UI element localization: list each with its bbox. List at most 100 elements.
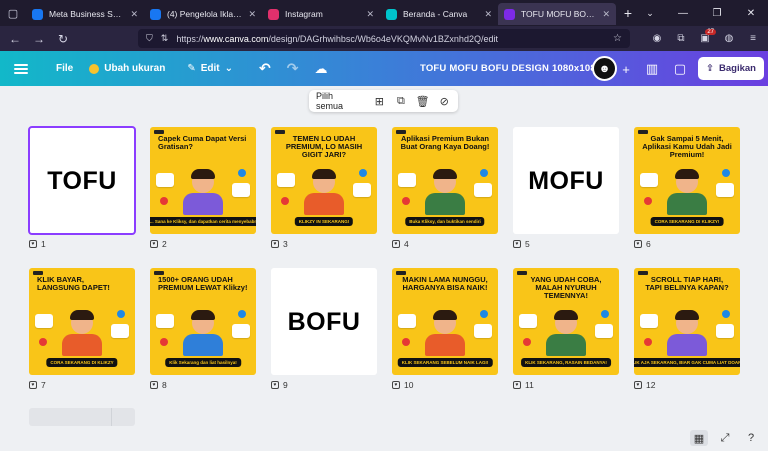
page-note-icon[interactable]: ♥ — [29, 240, 37, 248]
browser-tab[interactable]: (4) Pengelola Iklan - Kelola ✕ — [144, 3, 262, 25]
page-thumbnail[interactable]: MAKIN LAMA NUNGGU, HARGANYA BISA NAIK! KL… — [392, 268, 498, 375]
floating-app-card — [474, 183, 492, 197]
page-note-icon[interactable]: ♥ — [271, 240, 279, 248]
menu-icon[interactable]: ≡ — [744, 30, 762, 48]
document-title[interactable]: TOFU MOFU BOFU DESIGN 1080x1080 — [420, 51, 601, 86]
tab-title: Meta Business Suite — [49, 9, 125, 19]
forward-arrow-icon[interactable]: → — [30, 30, 48, 48]
extension-badge-icon[interactable]: ▣ 27 — [696, 28, 716, 48]
address-bar[interactable]: ⛉ ⇅ https://www.canva.com/design/DAGrhwi… — [138, 29, 630, 48]
floating-app-card — [716, 324, 734, 338]
back-arrow-icon[interactable]: ← — [6, 30, 24, 48]
page-number-label: ♥ 1 — [29, 239, 46, 249]
page-note-icon[interactable]: ♥ — [29, 381, 37, 389]
help-icon[interactable]: ? — [742, 430, 760, 446]
page-number-label: ♥ 9 — [271, 380, 288, 390]
page-note-icon[interactable]: ♥ — [634, 381, 642, 389]
page-thumbnail[interactable]: BOFU — [271, 268, 377, 375]
tab-close-icon[interactable]: ✕ — [248, 9, 256, 20]
page-note-icon[interactable]: ♥ — [150, 240, 158, 248]
shield-icon[interactable]: ⛉ — [146, 33, 153, 44]
app-logo-icon — [160, 338, 168, 346]
page-note-icon[interactable]: ♥ — [392, 240, 400, 248]
brand-logo — [638, 130, 648, 134]
page-note-icon[interactable]: ♥ — [392, 381, 400, 389]
person-hair — [312, 169, 336, 179]
page-note-icon[interactable]: ♥ — [634, 240, 642, 248]
add-collaborator-icon[interactable]: + — [617, 60, 635, 78]
brand-logo — [275, 130, 285, 134]
tab-close-icon[interactable]: ✕ — [366, 9, 374, 20]
design-headline: YANG UDAH COBA, MALAH NYURUH TEMENNYA! — [530, 275, 602, 300]
tab-close-icon[interactable]: ✕ — [130, 9, 138, 20]
extension-puzzle-icon[interactable]: ⧉ — [672, 30, 690, 48]
design-headline: SCROLL TIAP HARI, TAPI BELINYA KAPAN? — [645, 275, 729, 292]
extension-ghost-icon[interactable]: ◉ — [648, 30, 666, 48]
person-shirt — [183, 334, 223, 356]
page-thumbnail[interactable]: Gak Sampai 5 Menit, Aplikasi Kamu Udah J… — [634, 127, 740, 234]
page-thumbnail[interactable]: 1500+ ORANG UDAH PREMIUM LEWAT Klikzy! Kl… — [150, 268, 256, 375]
page-thumbnail[interactable]: TEMEN LO UDAH PREMIUM, LO MASIH GIGIT JA… — [271, 127, 377, 234]
person-hair — [433, 310, 457, 320]
browser-tab[interactable]: Instagram ✕ — [262, 3, 380, 25]
browser-tab[interactable]: Meta Business Suite ✕ — [26, 3, 144, 25]
floating-app-card — [277, 173, 295, 187]
call-to-action-pill: Klik Sekarang dan liat hasilnya! — [165, 358, 241, 367]
page-number: 12 — [646, 380, 656, 390]
page-number-label: ♥ 2 — [150, 239, 167, 249]
page-info-icon[interactable]: ⇅ — [161, 33, 169, 44]
page-thumbnail[interactable]: Aplikasi Premium Bukan Buat Orang Kaya D… — [392, 127, 498, 234]
profile-icon[interactable]: ◍ — [720, 30, 738, 48]
file-menu-button[interactable]: File — [48, 51, 81, 86]
new-tab-button[interactable]: + — [616, 5, 640, 21]
avatar-face-icon: ☻ — [598, 62, 611, 75]
page-note-icon[interactable]: ♥ — [513, 381, 521, 389]
person-hair — [675, 310, 699, 320]
close-icon[interactable]: ✕ — [734, 0, 768, 26]
page-thumbnail[interactable]: YANG UDAH COBA, MALAH NYURUH TEMENNYA! KL… — [513, 268, 619, 375]
tab-overview-icon[interactable]: ▢ — [0, 0, 26, 26]
page-thumbnail[interactable]: KLIK BAYAR, LANGSUNG DAPET! CORA SEKARANG… — [29, 268, 135, 375]
tab-close-icon[interactable]: ✕ — [602, 9, 610, 20]
edit-mode-button[interactable]: ✎ Edit ⌄ — [179, 51, 241, 86]
page-thumbnail[interactable]: Capek Cuma Dapat Versi Gratisan? Pro... S… — [150, 127, 256, 234]
browser-tab[interactable]: TOFU MOFU BOFU DESIGN ✕ — [498, 3, 616, 25]
bookmark-star-icon[interactable]: ☆ — [613, 33, 622, 44]
person-hair — [675, 169, 699, 179]
share-button[interactable]: ⇪ Bagikan — [698, 57, 764, 80]
page-thumbnail[interactable]: TOFU — [28, 126, 136, 235]
hide-eye-icon[interactable]: ⊘ — [438, 94, 451, 108]
page-note-icon[interactable]: ♥ — [513, 240, 521, 248]
reload-icon[interactable]: ↻ — [54, 30, 72, 48]
grid-view-icon[interactable]: ▦ — [690, 430, 708, 446]
select-all-button[interactable]: Pilih semua — [316, 91, 361, 111]
maximize-icon[interactable]: ❐ — [700, 0, 734, 26]
minimize-icon[interactable]: — — [666, 0, 700, 26]
user-avatar[interactable]: ☻ — [592, 56, 617, 81]
tab-list-chevron-icon[interactable]: ⌄ — [640, 8, 660, 19]
person-hair — [70, 310, 94, 320]
undo-button[interactable]: ↶ — [251, 51, 279, 86]
page-note-icon[interactable]: ♥ — [271, 381, 279, 389]
page-scroller-thumbnail[interactable] — [29, 408, 135, 426]
comment-icon[interactable]: ▢ — [671, 60, 689, 78]
trash-icon[interactable]: 🗑 — [416, 94, 430, 108]
page-thumbnail[interactable]: SCROLL TIAP HARI, TAPI BELINYA KAPAN? KLI… — [634, 268, 740, 375]
resize-button[interactable]: Ubah ukuran — [81, 51, 173, 86]
page-thumbnail[interactable]: MOFU — [513, 127, 619, 234]
tab-close-icon[interactable]: ✕ — [484, 9, 492, 20]
add-page-icon[interactable]: ⊞ — [373, 94, 386, 108]
app-logo-icon — [39, 338, 47, 346]
crown-coin-icon — [89, 63, 100, 74]
cloud-save-icon[interactable]: ☁ — [307, 51, 336, 86]
analytics-chart-icon[interactable]: ▥ — [643, 60, 661, 78]
page-word: BOFU — [287, 308, 361, 336]
url-text[interactable]: https://www.canva.com/design/DAGrhwihbsc… — [176, 34, 605, 44]
redo-button[interactable]: ↷ — [279, 51, 307, 86]
page-note-icon[interactable]: ♥ — [150, 381, 158, 389]
fullscreen-icon[interactable]: ⤢ — [716, 430, 734, 446]
browser-tab[interactable]: Beranda - Canva ✕ — [380, 3, 498, 25]
duplicate-icon[interactable]: ⧉ — [394, 94, 407, 108]
main-menu-button[interactable] — [0, 51, 36, 86]
page-number: 4 — [404, 239, 409, 249]
